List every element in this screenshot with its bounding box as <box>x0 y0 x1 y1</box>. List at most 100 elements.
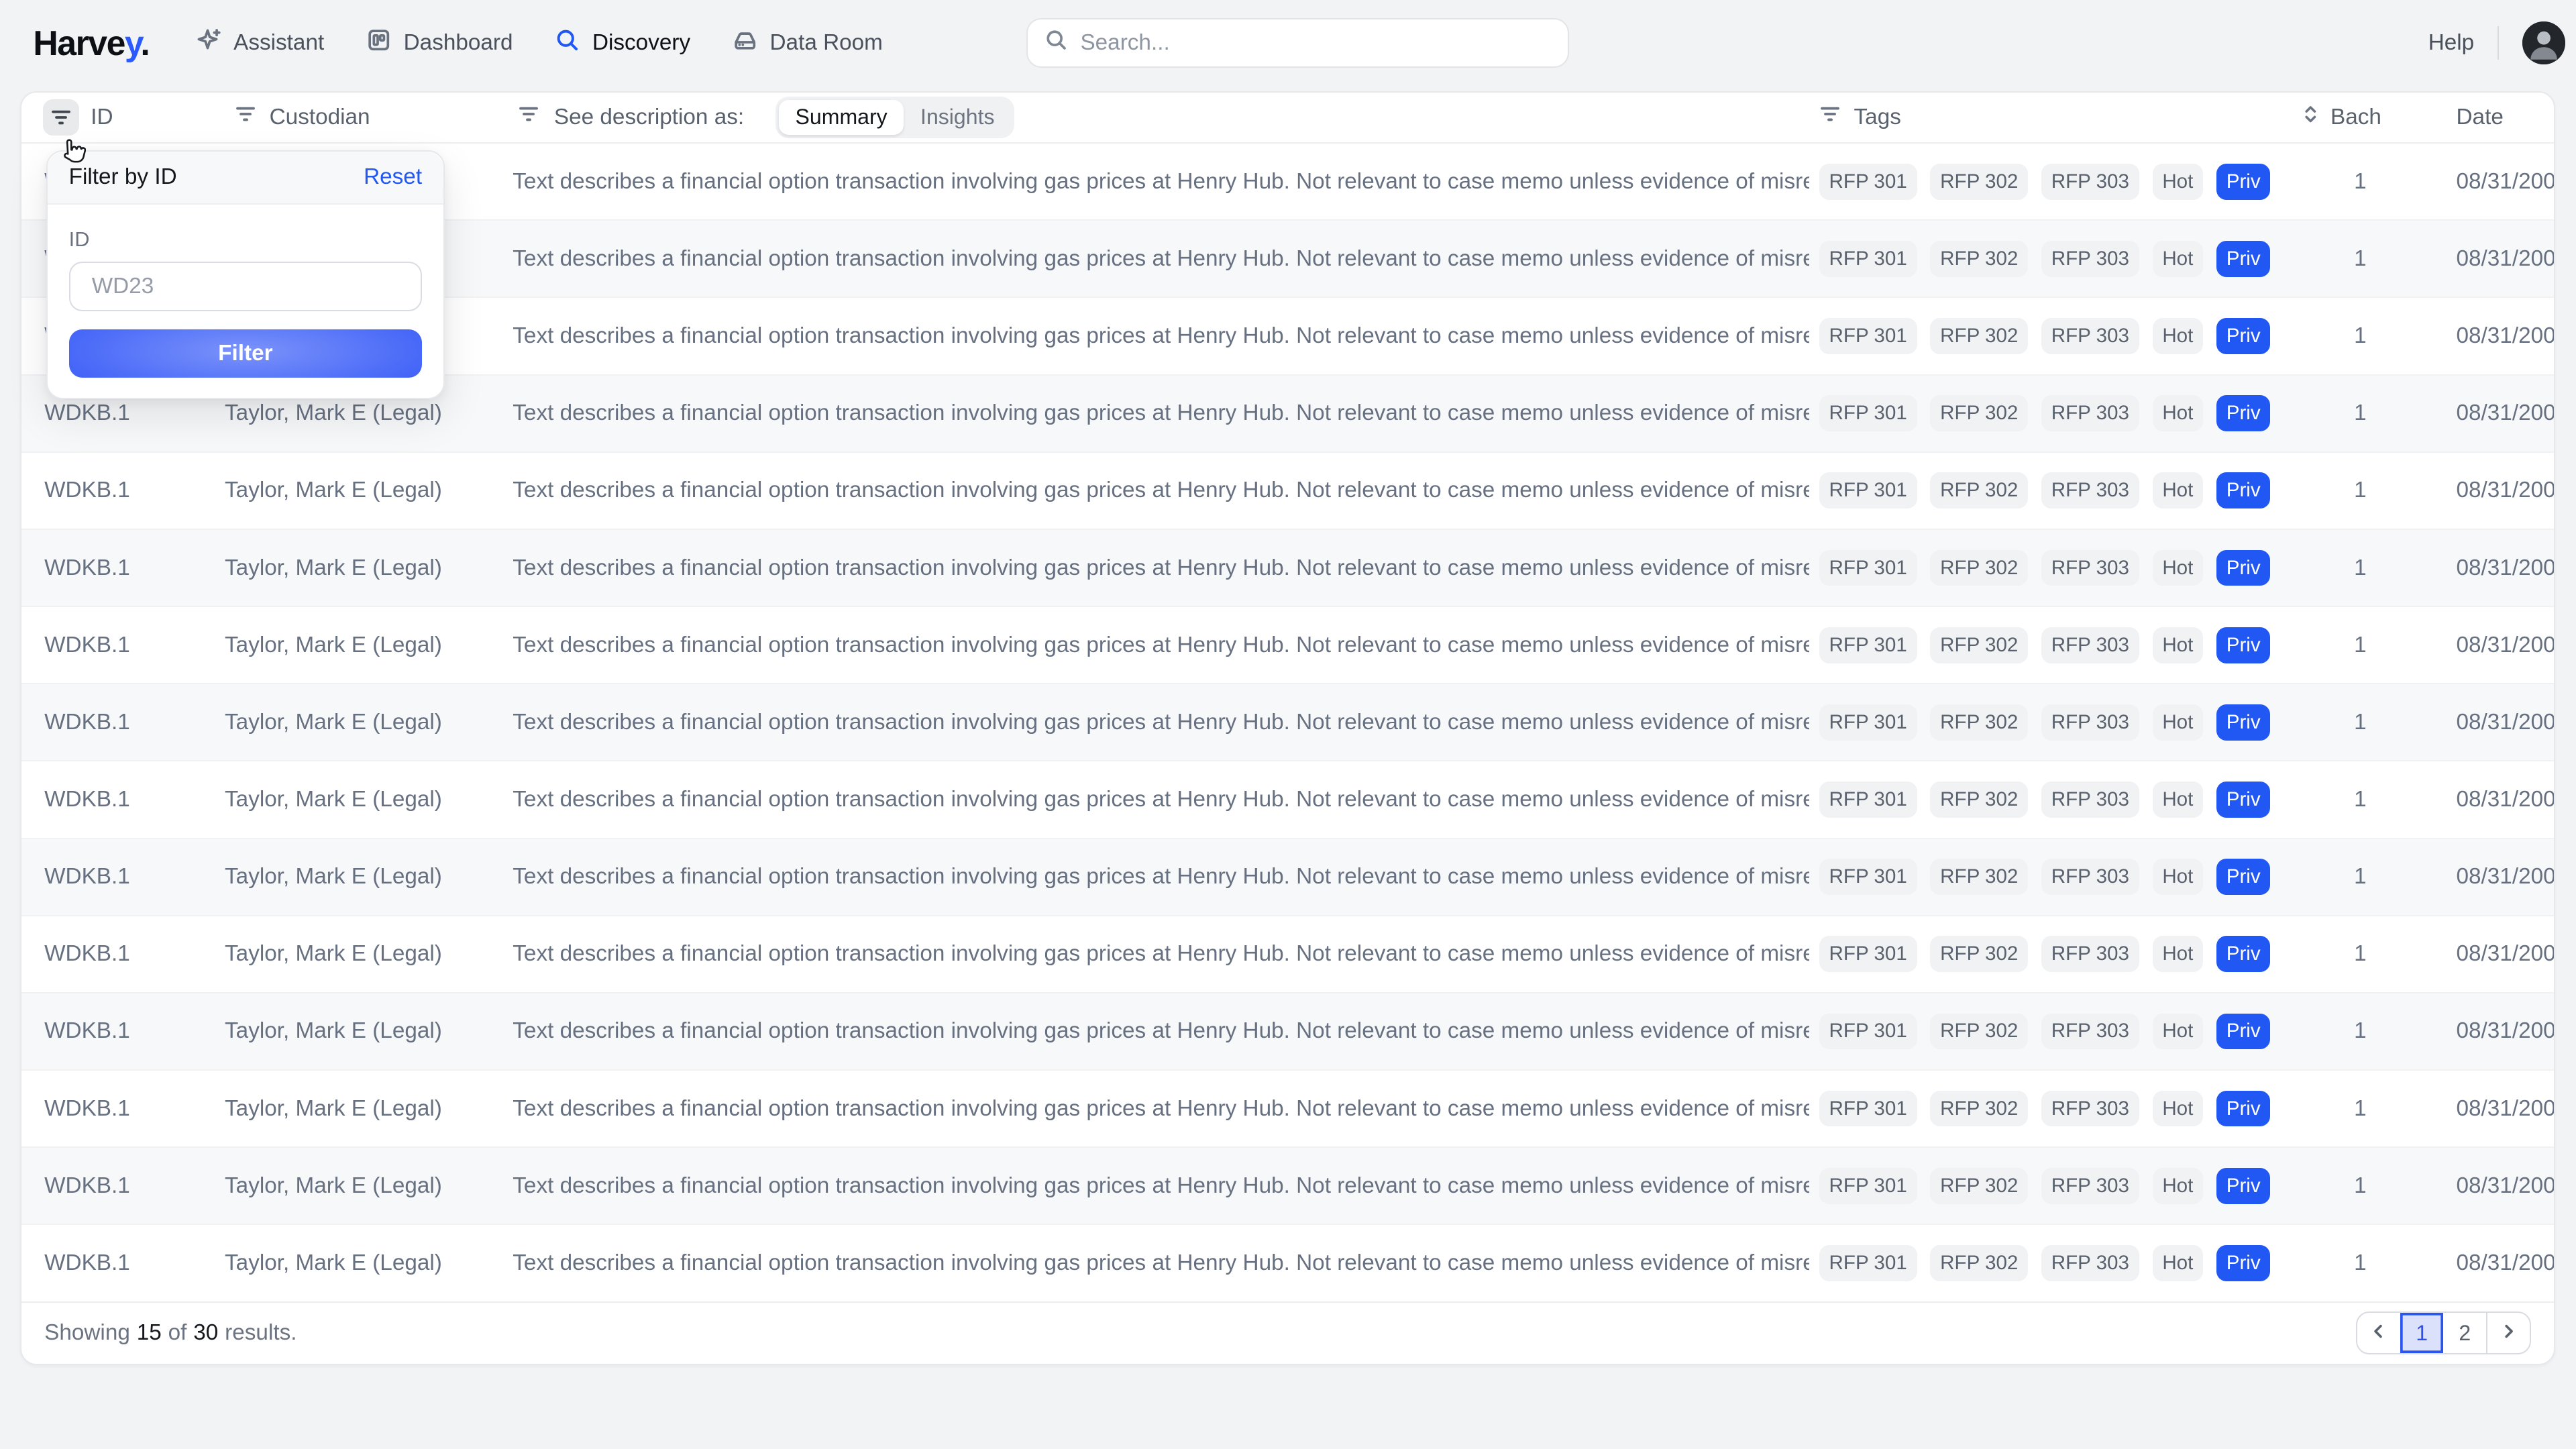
pagination: 1 2 <box>2356 1311 2531 1354</box>
pagination-page-2[interactable]: 2 <box>2443 1313 2486 1353</box>
cell-date: 08/31/2001 <box>2434 555 2554 581</box>
column-label: Tags <box>1854 105 1901 130</box>
table-row[interactable]: WDKB.1 Taylor, Mark E (Legal) Text descr… <box>21 607 2554 684</box>
cell-bach: 1 <box>2286 710 2434 735</box>
tag-pill: Priv <box>2216 1168 2271 1204</box>
cell-date: 08/31/2001 <box>2434 400 2554 426</box>
tag-pill: RFP 301 <box>1819 318 1917 354</box>
pagination-prev-button[interactable] <box>2357 1313 2400 1353</box>
tag-pill: RFP 303 <box>2041 1091 2139 1127</box>
pagination-next-button[interactable] <box>2486 1313 2529 1353</box>
column-header-description: See description as: Summary Insights <box>513 97 1809 138</box>
toggle-summary[interactable]: Summary <box>779 100 904 135</box>
cell-date: 08/31/2001 <box>2434 1250 2554 1276</box>
tag-pill: Hot <box>2153 936 2204 972</box>
cell-date: 08/31/2001 <box>2434 710 2554 735</box>
tag-pill: Hot <box>2153 1245 2204 1281</box>
cell-description: Text describes a financial option transa… <box>513 1018 1809 1044</box>
tag-pill: Hot <box>2153 550 2204 586</box>
tag-pill: RFP 302 <box>1930 859 2028 895</box>
description-filter-icon[interactable] <box>518 103 539 131</box>
harvey-logo[interactable]: Harvey. <box>33 23 149 63</box>
pagination-page-1[interactable]: 1 <box>2400 1313 2443 1353</box>
tag-pill: RFP 301 <box>1819 1091 1917 1127</box>
id-filter-input[interactable] <box>69 262 422 311</box>
tag-pill: Hot <box>2153 627 2204 663</box>
user-avatar[interactable] <box>2522 21 2565 64</box>
column-header-tags: Tags <box>1809 103 2286 131</box>
id-filter-button[interactable] <box>43 99 79 136</box>
cell-bach: 1 <box>2286 400 2434 426</box>
top-bar-right: Help <box>2428 0 2565 86</box>
help-link[interactable]: Help <box>2428 30 2474 56</box>
search-input[interactable] <box>1080 30 1551 56</box>
tag-pill: Priv <box>2216 164 2271 200</box>
cell-id: WDKB.1 <box>21 1250 225 1276</box>
tag-pill: Hot <box>2153 241 2204 277</box>
tag-pill: Priv <box>2216 395 2271 431</box>
cell-description: Text describes a financial option transa… <box>513 478 1809 503</box>
tag-pill: RFP 303 <box>2041 1168 2139 1204</box>
cell-bach: 1 <box>2286 941 2434 967</box>
tag-pill: RFP 302 <box>1930 550 2028 586</box>
nav-item-dashboard[interactable]: Dashboard <box>366 27 513 59</box>
tag-pill: Priv <box>2216 782 2271 818</box>
cell-custodian: Taylor, Mark E (Legal) <box>225 400 513 426</box>
tag-pill: Hot <box>2153 1091 2204 1127</box>
tag-pill: RFP 302 <box>1930 782 2028 818</box>
nav-label: Assistant <box>233 30 324 56</box>
tag-pill: Hot <box>2153 859 2204 895</box>
tag-pill: RFP 303 <box>2041 782 2139 818</box>
column-header-id: ID <box>21 99 225 136</box>
results-table-card: ID Custodian See description as: <box>20 91 2555 1366</box>
tag-pill: RFP 302 <box>1930 627 2028 663</box>
cell-tags: RFP 301RFP 302RFP 303HotPriv <box>1809 704 2286 741</box>
tag-pill: Priv <box>2216 1014 2271 1050</box>
cell-tags: RFP 301RFP 302RFP 303HotPriv <box>1809 936 2286 972</box>
reset-link[interactable]: Reset <box>364 164 422 190</box>
sort-icon[interactable] <box>2302 103 2319 132</box>
nav-item-assistant[interactable]: Assistant <box>195 27 324 59</box>
app-root: Harvey. Assistant <box>0 0 2575 1448</box>
apply-filter-button[interactable]: Filter <box>69 329 422 378</box>
cell-date: 08/31/2001 <box>2434 323 2554 349</box>
filter-by-id-popover: Filter by ID Reset ID Filter <box>46 150 445 399</box>
toggle-insights[interactable]: Insights <box>904 100 1011 135</box>
table-row[interactable]: WDKB.1 Taylor, Mark E (Legal) Text descr… <box>21 530 2554 607</box>
tag-pill: Priv <box>2216 241 2271 277</box>
search-icon <box>554 27 580 59</box>
table-footer: Showing 15 of 30 results. 1 2 <box>21 1301 2554 1364</box>
cell-date: 08/31/2001 <box>2434 941 2554 967</box>
tag-pill: RFP 302 <box>1930 395 2028 431</box>
cell-bach: 1 <box>2286 246 2434 272</box>
table-row[interactable]: WDKB.1 Taylor, Mark E (Legal) Text descr… <box>21 1148 2554 1225</box>
tag-pill: RFP 302 <box>1930 164 2028 200</box>
nav-item-data-room[interactable]: Data Room <box>732 27 883 59</box>
cell-tags: RFP 301RFP 302RFP 303HotPriv <box>1809 1245 2286 1281</box>
nav-item-discovery[interactable]: Discovery <box>554 27 690 59</box>
cell-tags: RFP 301RFP 302RFP 303HotPriv <box>1809 1014 2286 1050</box>
chevron-right-icon <box>2500 1321 2518 1346</box>
showing-count: 15 <box>137 1320 162 1346</box>
tags-filter-icon[interactable] <box>1819 103 1841 131</box>
tag-pill: Hot <box>2153 782 2204 818</box>
table-row[interactable]: WDKB.1 Taylor, Mark E (Legal) Text descr… <box>21 839 2554 916</box>
tag-pill: RFP 302 <box>1930 1014 2028 1050</box>
table-row[interactable]: WDKB.1 Taylor, Mark E (Legal) Text descr… <box>21 1225 2554 1301</box>
table-row[interactable]: WDKB.1 Taylor, Mark E (Legal) Text descr… <box>21 761 2554 839</box>
table-row[interactable]: WDKB.1 Taylor, Mark E (Legal) Text descr… <box>21 916 2554 994</box>
tag-pill: Priv <box>2216 627 2271 663</box>
table-row[interactable]: WDKB.1 Taylor, Mark E (Legal) Text descr… <box>21 453 2554 530</box>
custodian-filter-icon[interactable] <box>235 103 256 131</box>
table-row[interactable]: WDKB.1 Taylor, Mark E (Legal) Text descr… <box>21 684 2554 761</box>
cell-custodian: Taylor, Mark E (Legal) <box>225 633 513 658</box>
cell-bach: 1 <box>2286 1018 2434 1044</box>
table-row[interactable]: WDKB.1 Taylor, Mark E (Legal) Text descr… <box>21 1071 2554 1148</box>
cell-description: Text describes a financial option transa… <box>513 555 1809 581</box>
cell-description: Text describes a financial option transa… <box>513 1250 1809 1276</box>
cell-date: 08/31/2001 <box>2434 246 2554 272</box>
tag-pill: RFP 302 <box>1930 472 2028 508</box>
table-row[interactable]: WDKB.1 Taylor, Mark E (Legal) Text descr… <box>21 994 2554 1071</box>
tag-pill: RFP 302 <box>1930 936 2028 972</box>
id-field-label: ID <box>69 227 422 252</box>
